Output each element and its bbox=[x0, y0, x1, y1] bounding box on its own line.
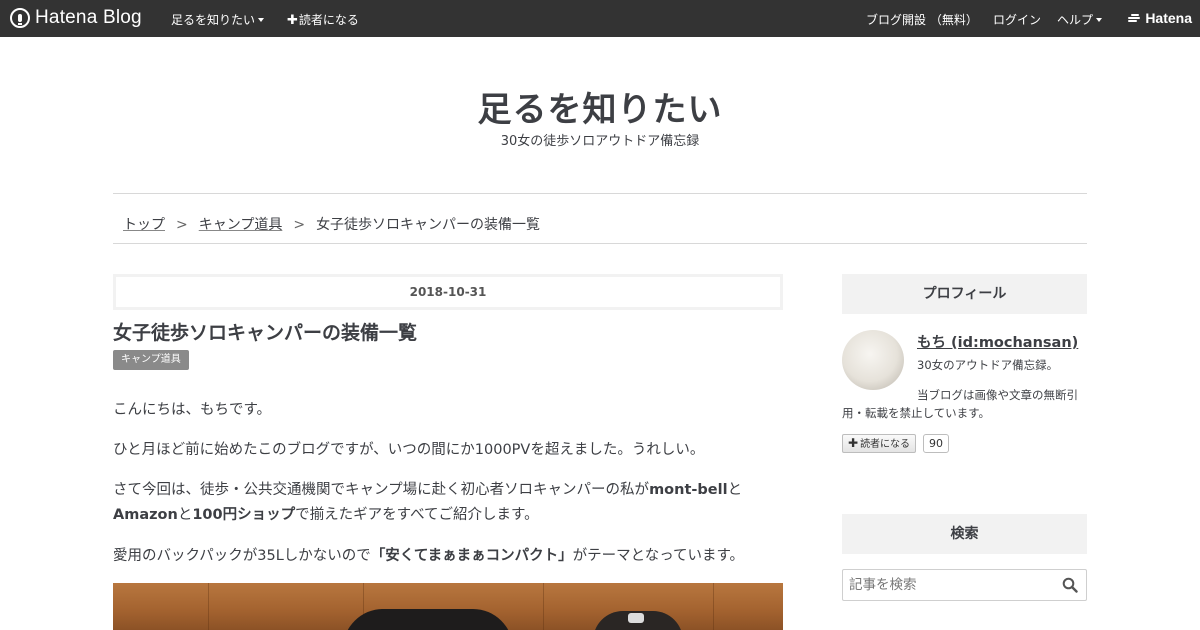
topbar-subscribe-button[interactable]: ✚読者になる bbox=[287, 11, 359, 28]
blog-title[interactable]: 足るを知りたい bbox=[0, 82, 1200, 131]
bold-text: Amazon bbox=[113, 507, 178, 523]
breadcrumb-separator: > bbox=[176, 217, 188, 233]
photo-gear-tag bbox=[628, 613, 644, 623]
global-header: Hatena Blog 足るを知りたい ✚読者になる ブログ開設 （無料） ログ… bbox=[0, 0, 1200, 37]
blog-menu-dropdown[interactable]: 足るを知りたい bbox=[171, 11, 264, 28]
breadcrumb-current: 女子徒歩ソロキャンパーの装備一覧 bbox=[316, 217, 541, 233]
hatena-blog-logo[interactable]: Hatena Blog bbox=[10, 7, 142, 29]
breadcrumb-bottom-divider bbox=[113, 243, 1087, 244]
bold-text: 100円ショップ bbox=[192, 507, 296, 523]
breadcrumb-category-link[interactable]: キャンプ道具 bbox=[199, 217, 283, 233]
paragraph-theme: 愛用のバックパックが35Lしかないので「安くてまぁまぁコンパクト」がテーマとなっ… bbox=[113, 544, 783, 569]
entry-date[interactable]: 2018-10-31 bbox=[113, 274, 783, 310]
logo-text: Hatena Blog bbox=[35, 7, 142, 28]
blog-description: 30女の徒歩ソロアウトドア備忘録 bbox=[500, 134, 700, 149]
profile-heading: プロフィール bbox=[842, 274, 1087, 314]
help-dropdown[interactable]: ヘルプ bbox=[1057, 11, 1102, 28]
hatena-link[interactable]: Hatena bbox=[1128, 10, 1192, 26]
text-segment: と bbox=[727, 482, 743, 498]
login-link[interactable]: ログイン bbox=[993, 11, 1041, 28]
plus-icon: ✚ bbox=[287, 13, 298, 28]
text-segment: さて今回は、徒歩・公共交通機関でキャンプ場に赴く初心者ソロキャンパーの私が bbox=[113, 482, 650, 498]
subscribe-button[interactable]: ✚ 読者になる bbox=[842, 434, 917, 453]
hatena-blog-logo-icon bbox=[10, 8, 30, 28]
hatena-logo-icon bbox=[1128, 13, 1142, 23]
plus-icon: ✚ bbox=[848, 436, 859, 450]
profile-name-link[interactable]: もち (id:mochansan) bbox=[917, 331, 1078, 352]
text-segment: と bbox=[177, 507, 193, 523]
open-blog-link[interactable]: ブログ開設 （無料） bbox=[866, 11, 978, 28]
subscriber-count[interactable]: 90 bbox=[923, 434, 949, 453]
profile-tagline: 30女のアウトドア備忘録。 bbox=[917, 358, 1059, 372]
search-icon[interactable] bbox=[1062, 577, 1078, 593]
category-tag[interactable]: キャンプ道具 bbox=[113, 350, 189, 370]
photo-backpack bbox=[343, 609, 513, 630]
search-input[interactable] bbox=[843, 570, 1053, 600]
text-segment: 愛用のバックパックが35Lしかないので bbox=[113, 548, 371, 564]
breadcrumb-top-divider bbox=[113, 193, 1087, 194]
bold-text: 「安くてまぁまぁコンパクト」 bbox=[370, 548, 573, 564]
article-photo[interactable] bbox=[113, 583, 783, 630]
profile-notice-line1: 当ブログは画像や文章の無断引 bbox=[917, 388, 1078, 402]
breadcrumb-top-link[interactable]: トップ bbox=[123, 217, 165, 233]
bold-text: mont-bell bbox=[649, 482, 728, 498]
entry-title[interactable]: 女子徒歩ソロキャンパーの装備一覧 bbox=[113, 318, 417, 345]
breadcrumb: トップ > キャンプ道具 > 女子徒歩ソロキャンパーの装備一覧 bbox=[123, 214, 540, 234]
text-segment: で揃えたギアをすべてご紹介します。 bbox=[295, 507, 539, 523]
text-segment: がテーマとなっています。 bbox=[572, 548, 745, 564]
hatena-text: Hatena bbox=[1145, 10, 1192, 26]
paragraph-pv: ひと月ほど前に始めたこのブログですが、いつの間にか1000PVを超えました。うれ… bbox=[113, 442, 705, 458]
search-heading: 検索 bbox=[842, 514, 1087, 554]
topbar-subscribe-label: 読者になる bbox=[298, 13, 359, 27]
paragraph-greeting: こんにちは、もちです。 bbox=[113, 402, 272, 418]
profile-notice-line2: 用・転載を禁止しています。 bbox=[842, 406, 991, 420]
breadcrumb-separator: > bbox=[293, 217, 306, 233]
search-form bbox=[842, 569, 1087, 601]
avatar[interactable] bbox=[842, 330, 904, 390]
paragraph-intro: さて今回は、徒歩・公共交通機関でキャンプ場に赴く初心者ソロキャンパーの私がmon… bbox=[113, 478, 783, 528]
subscribe-label: 読者になる bbox=[860, 439, 911, 450]
